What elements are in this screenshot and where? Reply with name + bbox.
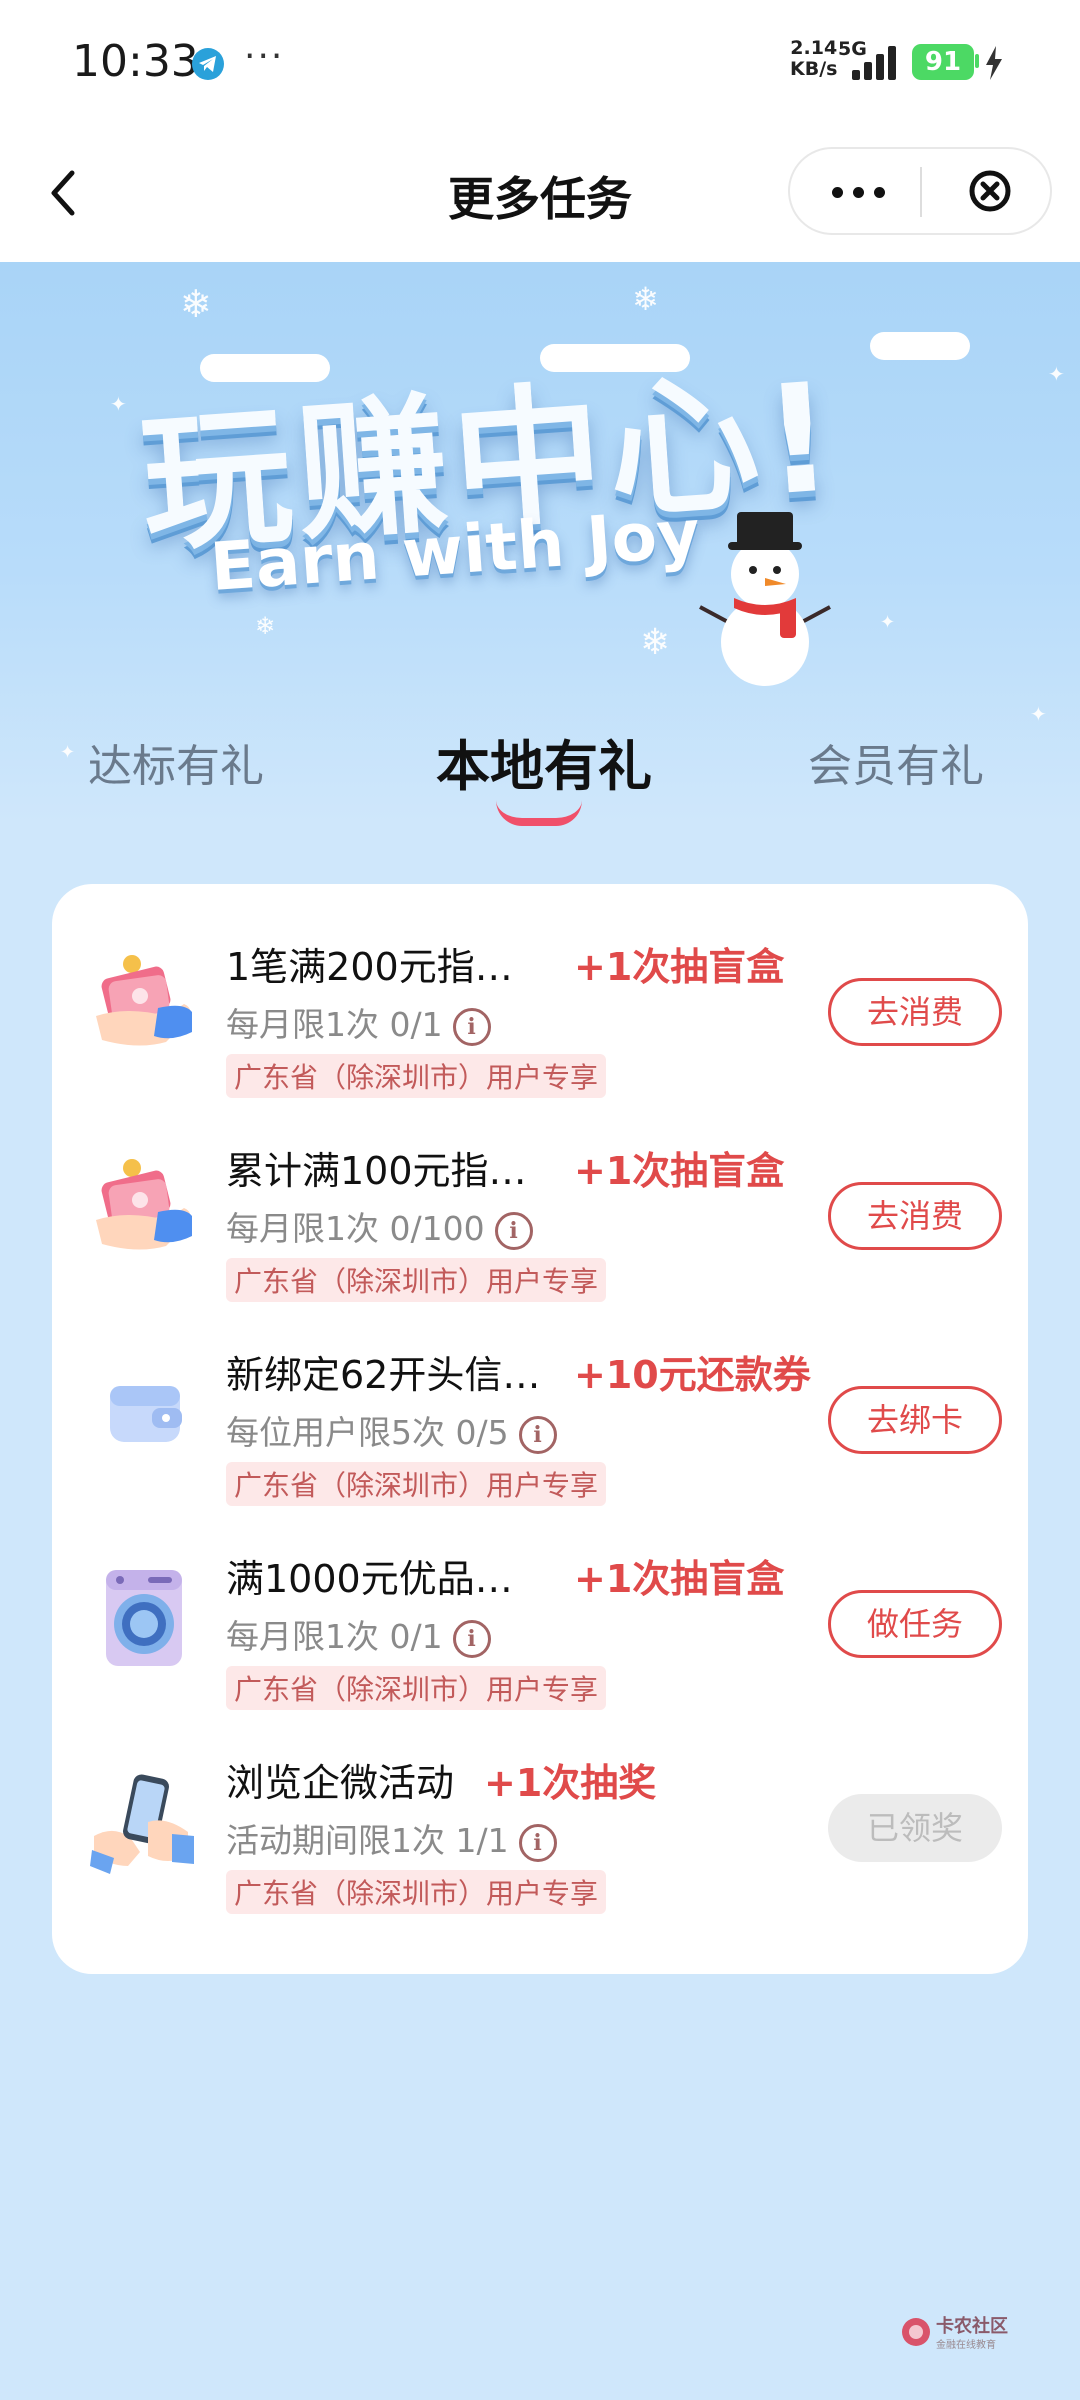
cash-hand-icon <box>96 955 192 1046</box>
task-list-card: 1笔满200元指… +1次抽盲盒 每月限1次 0/1 i 广东省（除深圳市）用户专… <box>52 884 1028 1974</box>
battery-indicator: 91 <box>912 44 974 80</box>
more-options-icon[interactable] <box>824 171 894 211</box>
region-tag: 广东省（除深圳市）用户专享 <box>226 1870 607 1914</box>
status-time: 10:33 <box>72 36 199 87</box>
active-tab-indicator <box>496 800 582 826</box>
task-limit: 每月限1次 0/100 i <box>226 1202 533 1250</box>
go-spend-button[interactable]: 去消费 <box>828 1182 1002 1250</box>
go-spend-button[interactable]: 去消费 <box>828 978 1002 1046</box>
washing-machine-icon <box>106 1570 182 1666</box>
snowflake-icon: ✦ <box>1030 702 1047 726</box>
info-icon[interactable]: i <box>494 1211 533 1250</box>
tab-local-reward[interactable]: 本地有礼 <box>436 722 652 801</box>
network-speed-unit: KB/s <box>790 58 838 80</box>
snowflake-icon: ✦ <box>880 612 896 633</box>
task-limit: 每月限1次 0/1 i <box>226 998 491 1046</box>
watermark: 卡农社区 金融在线教育 <box>900 2312 1020 2356</box>
task-item: 满1000元优品… +1次抽盲盒 每月限1次 0/1 i 广东省（除深圳市）用户专… <box>52 1496 1028 1710</box>
task-reward: +1次抽盲盒 <box>574 945 785 989</box>
snowflake-icon: ❄ <box>632 280 659 318</box>
capsule-divider <box>920 167 922 217</box>
wallet-icon <box>110 1386 182 1442</box>
task-title: 浏览企微活动 <box>226 1761 455 1805</box>
task-limit: 每月限1次 0/1 i <box>226 1610 491 1658</box>
task-reward: +1次抽奖 <box>484 1761 657 1805</box>
status-bar: 10:33 ··· 2.14 KB/s 5G 91 <box>0 0 1080 125</box>
do-task-button[interactable]: 做任务 <box>828 1590 1002 1658</box>
cash-hand-icon <box>96 1159 192 1250</box>
charging-icon <box>986 46 1002 80</box>
task-limit-text: 每位用户限5次 0/5 <box>226 1413 509 1452</box>
task-title: 累计满100元指… <box>226 1149 527 1193</box>
task-title: 满1000元优品… <box>226 1557 513 1601</box>
info-icon[interactable]: i <box>452 1619 491 1658</box>
network-speed: 2.14 KB/s <box>790 38 837 80</box>
task-reward: +10元还款券 <box>574 1353 811 1397</box>
status-more-dots: ··· <box>244 36 285 77</box>
task-limit-text: 每月限1次 0/1 <box>226 1005 443 1044</box>
task-limit-text: 每月限1次 0/1 <box>226 1617 443 1656</box>
task-limit-text: 活动期间限1次 1/1 <box>226 1821 509 1860</box>
bind-card-button[interactable]: 去绑卡 <box>828 1386 1002 1454</box>
phone-hand-icon <box>90 1774 194 1874</box>
snow-decoration <box>870 332 970 360</box>
info-icon[interactable]: i <box>452 1007 491 1046</box>
task-title: 1笔满200元指… <box>226 945 513 989</box>
snowflake-icon: ❄ <box>640 622 671 663</box>
watermark-text: 卡农社区 <box>936 2316 1008 2337</box>
snowflake-icon: ❄ <box>255 612 276 640</box>
signal-icon <box>852 44 902 80</box>
task-item: 新绑定62开头信… +10元还款券 每位用户限5次 0/5 i 广东省（除深圳市）… <box>52 1292 1028 1506</box>
task-limit: 活动期间限1次 1/1 i <box>226 1814 557 1862</box>
task-item: 累计满100元指… +1次抽盲盒 每月限1次 0/100 i 广东省（除深圳市）用… <box>52 1088 1028 1302</box>
task-item: 1笔满200元指… +1次抽盲盒 每月限1次 0/1 i 广东省（除深圳市）用户专… <box>52 884 1028 1098</box>
task-item: 浏览企微活动 +1次抽奖 活动期间限1次 1/1 i 广东省（除深圳市）用户专享 … <box>52 1700 1028 1914</box>
nav-bar: 更多任务 <box>0 125 1080 262</box>
info-icon[interactable]: i <box>518 1415 557 1454</box>
battery-tip <box>975 54 979 68</box>
task-reward: +1次抽盲盒 <box>574 1149 785 1193</box>
info-icon[interactable]: i <box>518 1823 557 1862</box>
snowflake-icon: ✦ <box>110 392 127 416</box>
snowflake-icon: ❄ <box>180 282 212 326</box>
tab-member-reward[interactable]: 会员有礼 <box>808 730 984 794</box>
watermark-subtext: 金融在线教育 <box>936 2340 996 2351</box>
network-speed-value: 2.14 <box>790 37 838 59</box>
mini-program-capsule <box>788 147 1052 235</box>
task-reward: +1次抽盲盒 <box>574 1557 785 1601</box>
tab-standard-reward[interactable]: 达标有礼 <box>88 730 264 794</box>
snowflake-icon: ✦ <box>1048 362 1065 386</box>
task-limit: 每位用户限5次 0/5 i <box>226 1406 557 1454</box>
telegram-icon <box>192 48 224 80</box>
task-limit-text: 每月限1次 0/100 <box>226 1209 485 1248</box>
snowflake-icon: ✦ <box>60 742 76 763</box>
task-title: 新绑定62开头信… <box>226 1353 541 1397</box>
snowman-icon <box>699 512 831 686</box>
claimed-button: 已领奖 <box>828 1794 1002 1862</box>
close-icon[interactable] <box>968 169 1012 213</box>
watermark-logo-icon <box>902 2318 930 2346</box>
